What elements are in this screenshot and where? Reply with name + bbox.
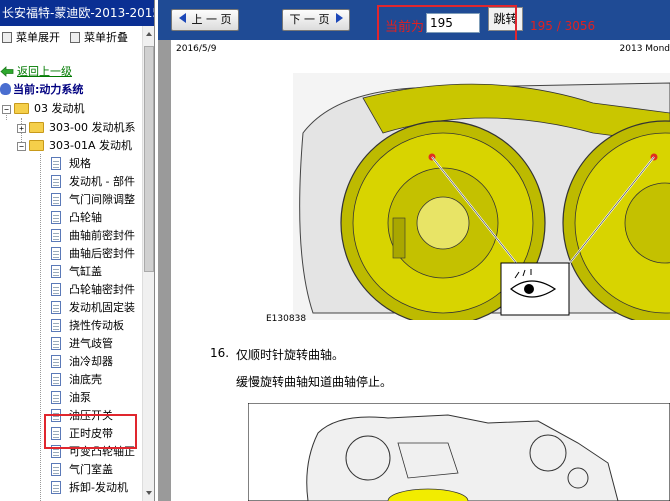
tree-doc-item[interactable]: 油泵 (51, 389, 91, 407)
tree-doc-item[interactable]: 拆卸-发动机 (51, 479, 128, 497)
tree-node-303-00[interactable]: +303-00 发动机系 (17, 119, 135, 137)
content-pane: 上 一 页 下 一 页 当前为 跳转 195 / 3056 2016/5/9 2… (158, 0, 670, 501)
document-icon (51, 355, 61, 368)
collapse-node-icon[interactable]: − (2, 105, 11, 114)
tree-doc-item[interactable]: 油冷却器 (51, 353, 113, 371)
window-title: 长安福特-蒙迪欧-2013-2015- (0, 0, 154, 26)
folder-icon (14, 103, 29, 114)
tree-doc-item[interactable]: 油底壳 (51, 371, 102, 389)
scroll-up-icon[interactable] (146, 32, 152, 36)
prev-page-button[interactable]: 上 一 页 (171, 9, 239, 31)
expand-node-icon[interactable]: + (17, 124, 26, 133)
timing-gear-illustration (293, 73, 670, 320)
document-icon (51, 229, 61, 242)
scroll-down-icon[interactable] (146, 491, 152, 495)
tree-doc-item[interactable]: 挠性传动板 (51, 317, 124, 335)
document-icon (51, 373, 61, 386)
document-icon (51, 193, 61, 206)
folder-icon (29, 122, 44, 133)
document-page: 2016/5/9 2013 Mond E130838 16. 仅顺时针旋转曲轴。… (171, 40, 670, 501)
document-icon (51, 481, 61, 494)
back-arrow-icon (0, 66, 14, 77)
folder-icon (29, 140, 44, 151)
tree-scrollbar[interactable] (142, 26, 154, 501)
document-icon (51, 301, 61, 314)
tree-node-303-01a[interactable]: −303-01A 发动机 (17, 137, 132, 155)
page-count: 195 / 3056 (530, 19, 596, 33)
document-icon (51, 463, 61, 476)
page-date: 2016/5/9 (176, 44, 217, 54)
document-icon (51, 211, 61, 224)
location-icon (0, 83, 11, 95)
collapse-node-icon[interactable]: − (17, 142, 26, 151)
tree-doc-item[interactable]: 发动机 - 部件 (51, 173, 135, 191)
tree-doc-item[interactable]: 曲轴前密封件 (51, 227, 135, 245)
tree-doc-item[interactable]: 凸轮轴 (51, 209, 102, 227)
document-icon (51, 265, 61, 278)
current-location: 当前:动力系统 (0, 81, 83, 99)
next-arrow-icon (335, 13, 343, 23)
document-icon (51, 319, 61, 332)
step-text: 仅顺时针旋转曲轴。 (236, 348, 345, 362)
nav-pane: 长安福特-蒙迪欧-2013-2015- 菜单展开 菜单折叠 返回上一级 当前:动… (0, 0, 155, 501)
document-icon (51, 247, 61, 260)
document-viewer[interactable]: 2016/5/9 2013 Mond E130838 16. 仅顺时针旋转曲轴。… (158, 40, 670, 501)
document-icon (51, 175, 61, 188)
next-page-button[interactable]: 下 一 页 (282, 9, 350, 31)
page-header-title: 2013 Mond (619, 44, 670, 54)
document-icon (51, 157, 61, 170)
expand-menu-button[interactable]: 菜单展开 (2, 30, 60, 46)
page-toolbar: 上 一 页 下 一 页 当前为 跳转 195 / 3056 (158, 0, 670, 51)
step-number: 16. (210, 346, 230, 360)
collapse-icon (70, 32, 80, 43)
selection-highlight (44, 414, 137, 449)
tree-doc-item[interactable]: 凸轮轴密封件 (51, 281, 135, 299)
document-icon (51, 283, 61, 296)
tree-doc-item[interactable]: 气门间隙调整 (51, 191, 135, 209)
collapse-menu-button[interactable]: 菜单折叠 (70, 30, 128, 46)
tree-doc-item[interactable]: 规格 (51, 155, 91, 173)
tree-doc-item[interactable]: 发动机固定装 (51, 299, 135, 317)
tree-doc-item[interactable]: 气门室盖 (51, 461, 113, 479)
document-icon (51, 391, 61, 404)
tree-doc-item[interactable]: 进气歧管 (51, 335, 113, 353)
expand-icon (2, 32, 12, 43)
tree-doc-item[interactable]: 曲轴后密封件 (51, 245, 135, 263)
tree-doc-item[interactable]: 气缸盖 (51, 263, 102, 281)
scroll-thumb[interactable] (144, 46, 154, 272)
back-link[interactable]: 返回上一级 (0, 63, 72, 81)
figure-id: E130838 (266, 314, 307, 324)
menu-bar: 菜单展开 菜单折叠 (0, 26, 154, 48)
tree-node-engine[interactable]: −03 发动机 (2, 100, 85, 118)
engine-illustration (248, 403, 670, 501)
document-icon (51, 337, 61, 350)
step-subtext: 缓慢旋转曲轴知道曲轴停止。 (236, 375, 393, 389)
prev-arrow-icon (178, 13, 186, 23)
